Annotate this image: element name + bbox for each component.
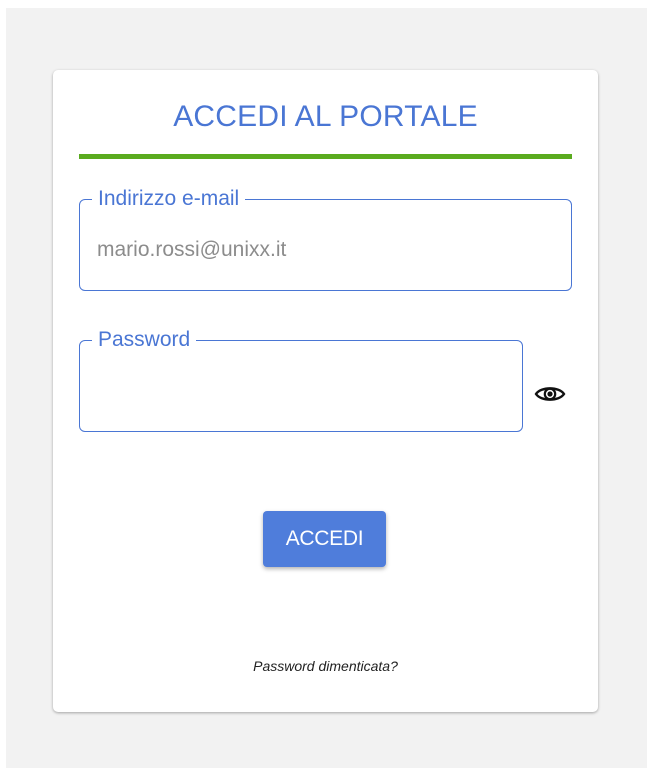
title-divider	[79, 154, 572, 159]
email-field-value[interactable]: mario.rossi@unixx.it	[97, 238, 286, 262]
eye-icon[interactable]	[532, 382, 568, 406]
password-field-label: Password	[92, 328, 197, 352]
forgot-password-link[interactable]: Password dimenticata?	[53, 658, 598, 674]
login-button[interactable]: ACCEDI	[263, 511, 386, 567]
email-field-label: Indirizzo e-mail	[92, 187, 246, 211]
password-field[interactable]: Password	[79, 328, 523, 432]
login-title: ACCEDI AL PORTALE	[173, 100, 478, 133]
email-field[interactable]: Indirizzo e-mail mario.rossi@unixx.it	[79, 187, 572, 291]
login-card: ACCEDI AL PORTALE Indirizzo e-mail mario…	[53, 70, 598, 712]
